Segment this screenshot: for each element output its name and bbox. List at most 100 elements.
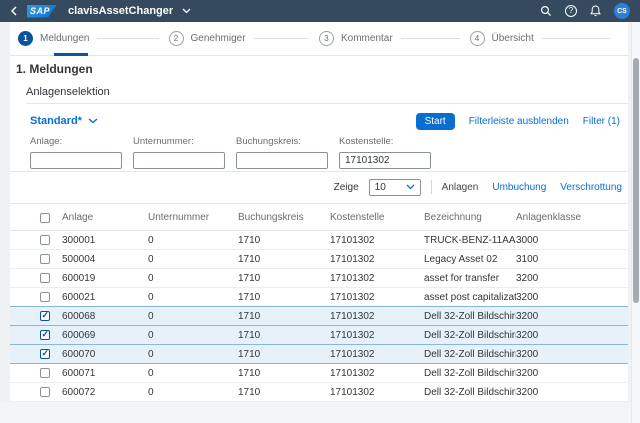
table-cell: 600068 — [62, 311, 148, 322]
table-cell: 17101302 — [330, 387, 424, 398]
table-cell: Dell 32-Zoll Bildschirm — [424, 387, 516, 398]
step-number-badge: 3 — [319, 31, 334, 46]
table-row[interactable]: 6000700171017101302Dell 32-Zoll Bildschi… — [10, 345, 628, 364]
table-cell: 3200 — [516, 292, 628, 303]
variant-selector[interactable]: Standard* — [30, 115, 98, 127]
table-cell: 3200 — [516, 273, 628, 284]
table-cell: 3200 — [516, 368, 628, 379]
row-checkbox[interactable] — [40, 273, 50, 283]
filter-field-input-anlage[interactable] — [30, 152, 122, 169]
app-title[interactable]: clavisAssetChanger — [68, 5, 173, 17]
filter-field-label: Kostenstelle: — [339, 136, 431, 147]
row-checkbox[interactable] — [40, 254, 50, 264]
wizard-step-1[interactable]: 1Meldungen — [18, 31, 169, 46]
sap-logo-icon: SAP — [27, 5, 57, 18]
row-checkbox[interactable] — [40, 235, 50, 245]
table-body: 3000010171017101302TRUCK-BENZ-11AA300050… — [10, 231, 628, 402]
table-row[interactable]: 6000680171017101302Dell 32-Zoll Bildschi… — [10, 307, 628, 326]
page-size-select[interactable]: 10 — [369, 179, 421, 196]
app-title-chevron-down-icon[interactable] — [182, 8, 191, 14]
row-checkbox[interactable] — [40, 387, 50, 397]
variant-chevron-down-icon — [88, 118, 98, 124]
app-screen: SAP clavisAssetChanger ? CS 1Meldungen2G… — [0, 0, 640, 423]
table-cell: asset for transfer — [424, 273, 516, 284]
table-cell: Dell 32-Zoll Bildschirm — [424, 311, 516, 322]
row-checkbox[interactable] — [40, 368, 50, 378]
row-checkbox[interactable] — [40, 292, 50, 302]
step-connector-line — [97, 38, 158, 39]
table-cell: 0 — [148, 235, 238, 246]
table-cell: 3200 — [516, 349, 628, 360]
column-header-buchungskreis[interactable]: Buchungskreis — [238, 212, 330, 223]
wizard-step-4[interactable]: 4Übersicht — [470, 31, 621, 46]
table-row[interactable]: 6000710171017101302Dell 32-Zoll Bildschi… — [10, 364, 628, 383]
user-avatar[interactable]: CS — [614, 3, 630, 19]
table-cell: asset post capitalization — [424, 292, 516, 303]
table-row[interactable]: 6000190171017101302asset for transfer320… — [10, 269, 628, 288]
table-cell: 600072 — [62, 387, 148, 398]
table-cell: 3000 — [516, 235, 628, 246]
vertical-scrollbar[interactable] — [631, 22, 640, 423]
table-row[interactable]: 6000690171017101302Dell 32-Zoll Bildschi… — [10, 326, 628, 345]
table-header: AnlageUnternummerBuchungskreisKostenstel… — [10, 204, 628, 231]
table-row[interactable]: 5000040171017101302Legacy Asset 023100 — [10, 250, 628, 269]
page-title: 1. Meldungen — [16, 62, 93, 76]
filter-field-input-kostenstelle[interactable] — [339, 152, 431, 169]
table-row[interactable]: 3000010171017101302TRUCK-BENZ-11AA3000 — [10, 231, 628, 250]
back-icon[interactable] — [10, 6, 18, 16]
table-cell: 17101302 — [330, 349, 424, 360]
filter-field-input-unternummer[interactable] — [133, 152, 225, 169]
table-cell: 3100 — [516, 254, 628, 265]
step-number-badge: 1 — [18, 31, 33, 46]
row-checkbox[interactable] — [40, 349, 50, 359]
table-cell: 600021 — [62, 292, 148, 303]
toolbar-action-verschrottung[interactable]: Verschrottung — [560, 182, 622, 193]
table-cell: 17101302 — [330, 292, 424, 303]
notifications-bell-icon[interactable] — [590, 5, 601, 17]
panel-title[interactable]: Anlagenselektion — [26, 86, 110, 98]
table-cell: 1710 — [238, 292, 330, 303]
toolbar-action-umbuchung[interactable]: Umbuchung — [492, 182, 546, 193]
page-size-label: Zeige — [334, 182, 359, 193]
hide-filterbar-link[interactable]: Filterleiste ausblenden — [469, 116, 569, 127]
wizard-step-3[interactable]: 3 Kommentar — [319, 31, 470, 46]
table-row[interactable]: 6000720171017101302Dell 32-Zoll Bildschi… — [10, 383, 628, 402]
table-cell: 0 — [148, 387, 238, 398]
column-header-unternummer[interactable]: Unternummer — [148, 212, 238, 223]
filter-field-input-buchungskreis[interactable] — [236, 152, 328, 169]
table-cell: 500004 — [62, 254, 148, 265]
toolbar-action-anlagen[interactable]: Anlagen — [442, 182, 479, 193]
table-cell: 0 — [148, 254, 238, 265]
column-header-bezeichnung[interactable]: Bezeichnung — [424, 212, 516, 223]
table-cell: 17101302 — [330, 330, 424, 341]
wizard-progress-bar: 1Meldungen2Genehmiger3 Kommentar 4Übersich… — [10, 22, 628, 56]
row-checkbox[interactable] — [40, 330, 50, 340]
step-label: Kommentar — [341, 33, 393, 44]
row-checkbox[interactable] — [40, 311, 50, 321]
start-button[interactable]: Start — [416, 113, 455, 130]
filter-field: Anlage: — [30, 136, 122, 169]
scrollbar-thumb[interactable] — [633, 58, 639, 303]
column-header-anlagenklasse[interactable]: Anlagenklasse — [516, 212, 628, 223]
filter-field: Buchungskreis: — [236, 136, 328, 169]
page-size-chevron-down-icon — [406, 184, 415, 190]
step-connector-line — [542, 38, 610, 39]
help-icon[interactable]: ? — [565, 5, 577, 17]
shellbar: SAP clavisAssetChanger ? CS — [0, 0, 640, 22]
column-header-anlage[interactable]: Anlage — [62, 212, 148, 223]
table-cell: 600071 — [62, 368, 148, 379]
filter-field-label: Buchungskreis: — [236, 136, 328, 147]
table-cell: 1710 — [238, 387, 330, 398]
wizard-step-2[interactable]: 2Genehmiger — [169, 31, 320, 46]
table-cell: 1710 — [238, 254, 330, 265]
search-icon[interactable] — [540, 5, 552, 17]
table-cell: 17101302 — [330, 235, 424, 246]
select-all-checkbox[interactable] — [40, 213, 50, 223]
table-cell: 3200 — [516, 311, 628, 322]
table-row[interactable]: 6000210171017101302asset post capitaliza… — [10, 288, 628, 307]
column-header-kostenstelle[interactable]: Kostenstelle — [330, 212, 424, 223]
filters-link[interactable]: Filter (1) — [583, 116, 620, 127]
table-cell: Legacy Asset 02 — [424, 254, 516, 265]
table-cell: 0 — [148, 330, 238, 341]
table-cell: 600070 — [62, 349, 148, 360]
